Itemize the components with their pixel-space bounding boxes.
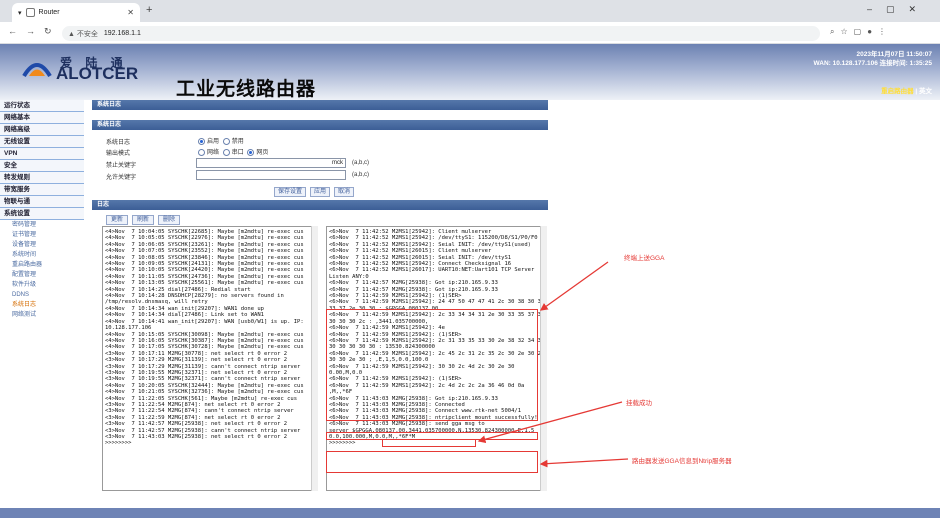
annotation-arrows [477, 261, 629, 468]
annotation-router-send: 路由器发送GGA信息到Ntrip服务器 [632, 458, 732, 465]
arrow-gga [539, 261, 609, 311]
page-footer [0, 508, 940, 518]
arrow-send [539, 458, 629, 468]
annotation-gga-upload: 终端上送GGA [624, 255, 665, 262]
arrow-mount [477, 401, 623, 444]
annotation-mount-ok: 挂载成功 [626, 400, 652, 407]
